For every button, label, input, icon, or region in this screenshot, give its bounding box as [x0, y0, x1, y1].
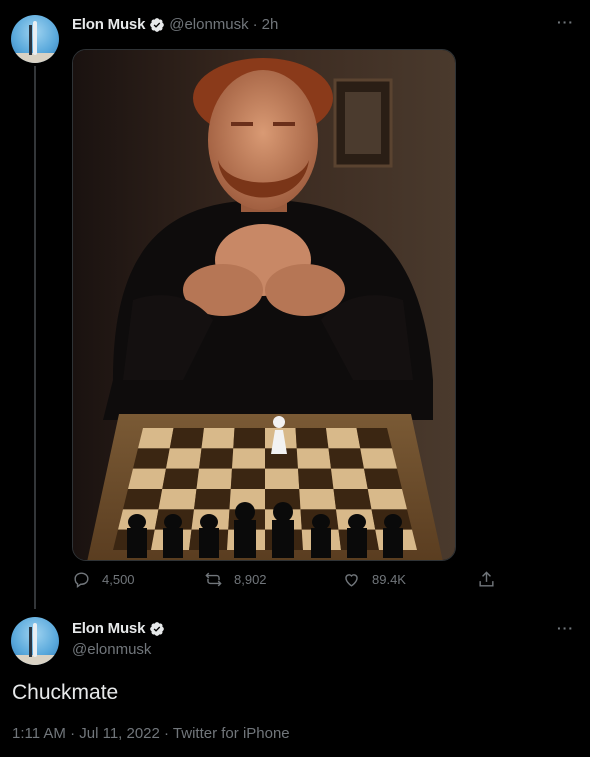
- like-button[interactable]: 89.4K: [342, 570, 406, 589]
- chess-square: [138, 428, 174, 449]
- author-handle[interactable]: @elonmusk: [72, 641, 151, 658]
- chess-square: [230, 468, 265, 489]
- chess-square: [295, 428, 329, 449]
- more-icon[interactable]: ···: [557, 620, 574, 636]
- tweet-meta[interactable]: 1:11 AM · Jul 11, 2022 · Twitter for iPh…: [12, 725, 290, 742]
- chess-square: [194, 489, 231, 510]
- author-handle[interactable]: @elonmusk: [169, 16, 248, 33]
- tweet-time[interactable]: 2h: [262, 16, 279, 33]
- more-icon[interactable]: ···: [557, 14, 574, 30]
- chess-square: [296, 448, 331, 469]
- chess-square: [265, 468, 300, 489]
- chess-square: [196, 468, 232, 489]
- author-name[interactable]: Elon Musk: [72, 16, 145, 33]
- verified-icon: [150, 17, 165, 32]
- chess-square: [232, 448, 265, 469]
- chess-square: [328, 448, 364, 469]
- share-button[interactable]: [477, 570, 496, 589]
- chess-square: [128, 468, 166, 489]
- author-row: Elon Musk @elonmusk · 2h: [72, 16, 278, 33]
- chess-square: [201, 428, 235, 449]
- author-row: Elon Musk: [72, 620, 165, 637]
- chess-square: [166, 448, 202, 469]
- chess-square: [123, 489, 163, 510]
- media-image: [73, 50, 455, 560]
- retweet-count: 8,902: [234, 572, 267, 587]
- chess-square: [233, 428, 265, 449]
- verified-icon: [150, 621, 165, 636]
- chess-square: [199, 448, 234, 469]
- chess-square: [162, 468, 199, 489]
- chess-square: [169, 428, 204, 449]
- tweet-media[interactable]: [72, 49, 456, 561]
- chess-square: [364, 468, 402, 489]
- chess-square: [158, 489, 197, 510]
- chess-square: [333, 489, 372, 510]
- reply-icon: [74, 572, 89, 589]
- tweet-text: Chuckmate: [12, 681, 119, 704]
- avatar[interactable]: [11, 15, 59, 63]
- reply-button[interactable]: 4,500: [72, 570, 135, 589]
- like-count: 89.4K: [372, 572, 406, 587]
- chess-square: [133, 448, 170, 469]
- retweet-button[interactable]: 8,902: [204, 570, 267, 589]
- chess-square: [299, 489, 336, 510]
- time-separator: ·: [252, 16, 258, 33]
- retweet-icon: [205, 572, 222, 587]
- tweet-actions: 4,500 8,902 89.4K: [72, 570, 512, 596]
- like-icon: [345, 574, 358, 587]
- author-name[interactable]: Elon Musk: [72, 620, 145, 637]
- chess-square: [367, 489, 407, 510]
- chess-square: [356, 428, 392, 449]
- chess-square: [326, 428, 361, 449]
- thread-line: [34, 66, 36, 609]
- avatar[interactable]: [11, 617, 59, 665]
- share-icon: [479, 571, 494, 587]
- chess-square: [298, 468, 334, 489]
- chess-square: [360, 448, 397, 469]
- chess-square: [331, 468, 368, 489]
- reply-count: 4,500: [102, 572, 135, 587]
